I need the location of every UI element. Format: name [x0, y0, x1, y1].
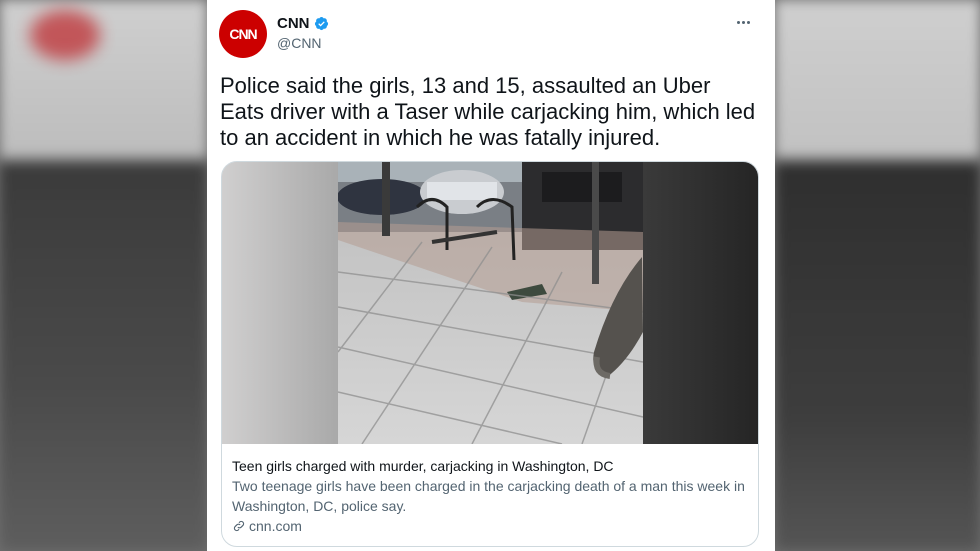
- more-dot: [736, 20, 740, 24]
- tweet-text: Police said the girls, 13 and 15, assaul…: [220, 73, 756, 150]
- backdrop-right: [775, 0, 980, 551]
- street-scene-photo: [222, 162, 758, 444]
- card-domain-row[interactable]: cnn.com: [232, 516, 748, 536]
- backdrop-logo-blur: [30, 10, 100, 60]
- name-row: CNN: [277, 15, 329, 32]
- more-options-icon[interactable]: [733, 15, 753, 29]
- tweet-header: CNN CNN @CNN: [219, 9, 763, 59]
- verified-badge-icon: [314, 16, 328, 31]
- tweet[interactable]: CNN CNN @CNN Police said the girls, 13 a…: [207, 0, 775, 551]
- more-dot: [741, 20, 745, 24]
- card-domain: cnn.com: [249, 518, 302, 534]
- link-card[interactable]: Teen girls charged with murder, carjacki…: [221, 161, 759, 547]
- avatar[interactable]: CNN: [219, 10, 267, 58]
- avatar-logo-text: CNN: [229, 26, 257, 42]
- link-icon: [233, 520, 245, 532]
- card-image[interactable]: [222, 162, 758, 444]
- card-text: Teen girls charged with murder, carjacki…: [232, 456, 748, 536]
- card-description: Two teenage girls have been charged in t…: [232, 478, 745, 514]
- user-handle[interactable]: @CNN: [277, 35, 322, 51]
- card-title[interactable]: Teen girls charged with murder, carjacki…: [232, 456, 748, 476]
- display-name[interactable]: CNN: [277, 15, 310, 32]
- backdrop-left: [0, 0, 207, 551]
- more-dot: [746, 20, 750, 24]
